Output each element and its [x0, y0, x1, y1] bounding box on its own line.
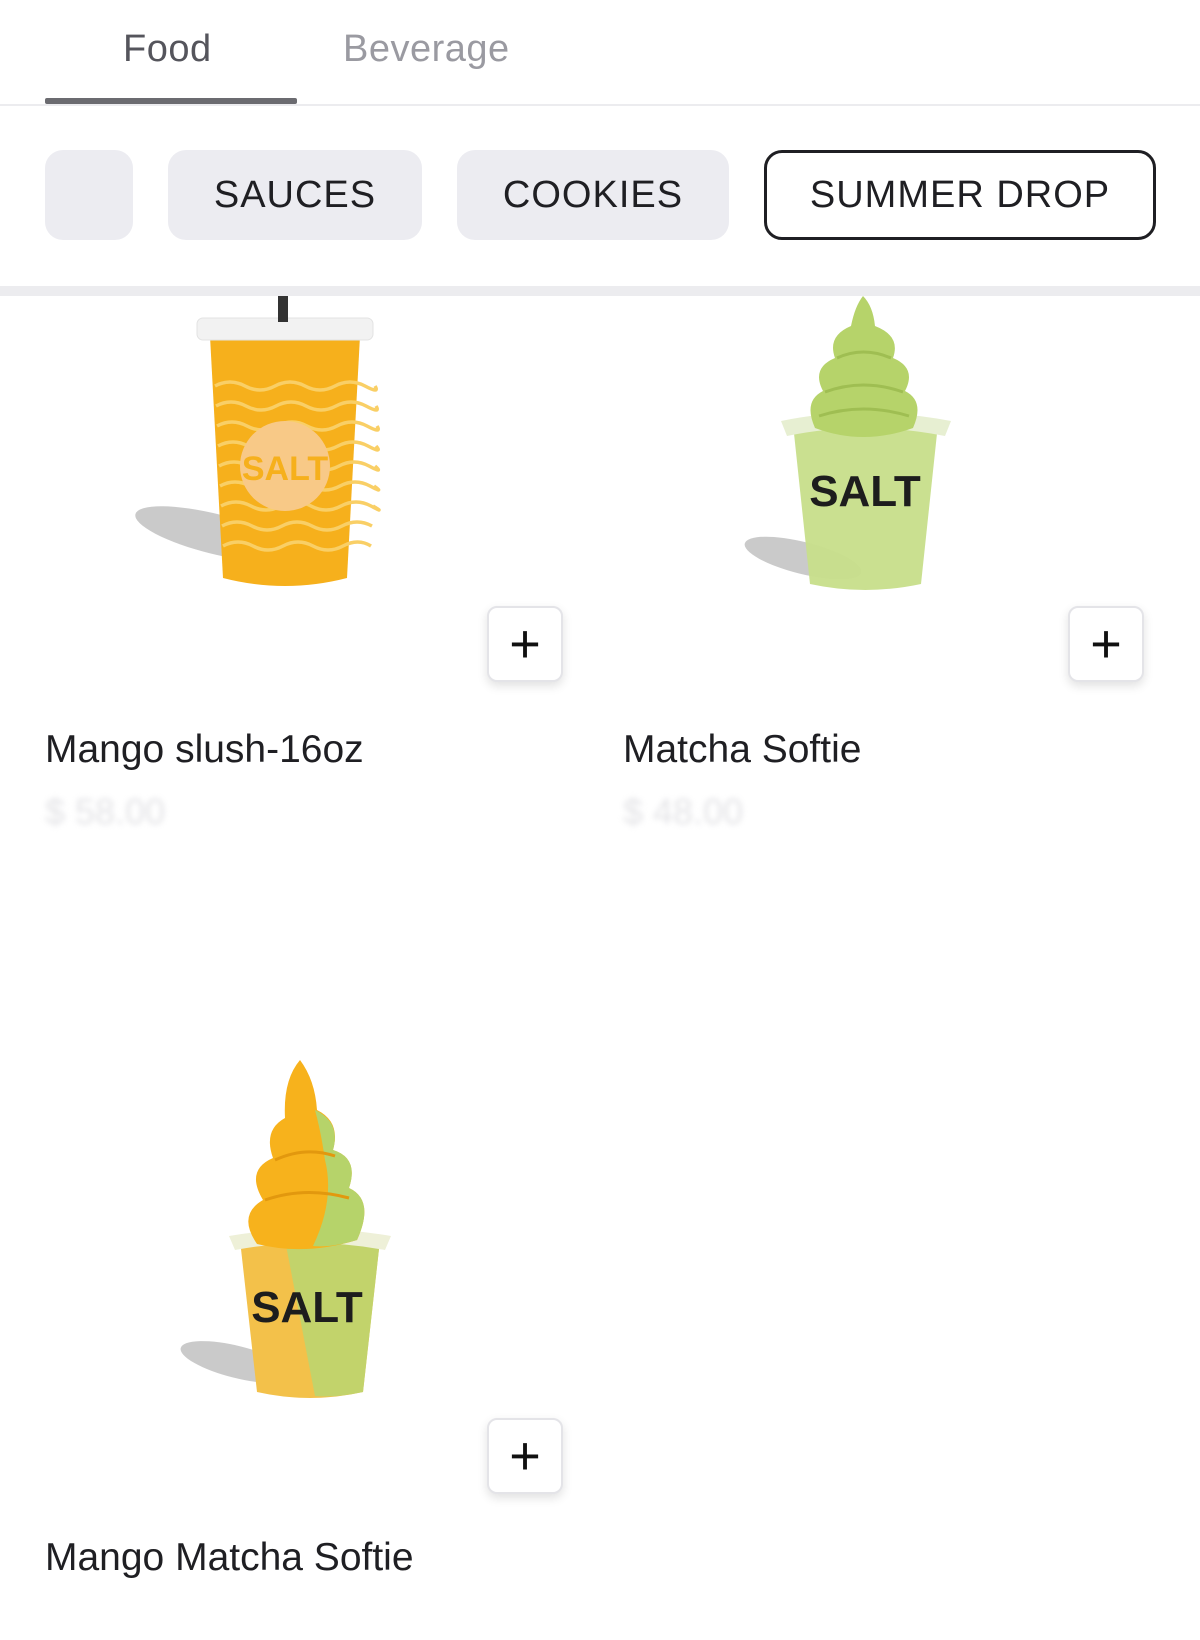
category-chip-partial[interactable]	[45, 150, 133, 240]
category-chip-sauces[interactable]: SAUCES	[168, 150, 422, 240]
tab-food[interactable]: Food	[123, 28, 212, 71]
section-divider	[0, 286, 1200, 296]
product-card-matcha-softie[interactable]: SALT + Matcha Softie $ 48.00	[623, 296, 1163, 896]
product-name: Mango slush-16oz	[45, 728, 364, 771]
category-chip-bar: SAUCES COOKIES SUMMER DROP	[0, 106, 1200, 286]
tab-beverage[interactable]: Beverage	[343, 28, 510, 71]
salt-logo-mark: SALT	[809, 467, 921, 516]
product-card-mango-slush[interactable]: SALT + Mango slush-16oz $ 58.00	[45, 296, 585, 896]
add-to-cart-button[interactable]: +	[1068, 606, 1144, 682]
menu-tabs: Food Beverage	[0, 0, 1200, 106]
product-name: Mango Matcha Softie	[45, 1536, 414, 1579]
mango-matcha-softie-image: SALT	[165, 1040, 485, 1420]
mango-slush-cup-image: SALT	[85, 296, 505, 626]
product-price: $ 58.00	[45, 791, 166, 832]
category-chip-cookies[interactable]: COOKIES	[457, 150, 729, 240]
salt-logo-mark: SALT	[251, 1283, 363, 1332]
category-chip-summer-drop[interactable]: SUMMER DROP	[764, 150, 1156, 240]
product-name: Matcha Softie	[623, 728, 862, 771]
matcha-softie-image: SALT	[723, 296, 1063, 626]
add-to-cart-button[interactable]: +	[487, 1418, 563, 1494]
product-price: $ 48.00	[623, 791, 744, 832]
add-to-cart-button[interactable]: +	[487, 606, 563, 682]
salt-logo-mark: SALT	[242, 450, 328, 488]
active-tab-indicator	[45, 98, 297, 104]
product-card-mango-matcha-softie[interactable]: SALT + Mango Matcha Softie	[45, 1040, 585, 1640]
